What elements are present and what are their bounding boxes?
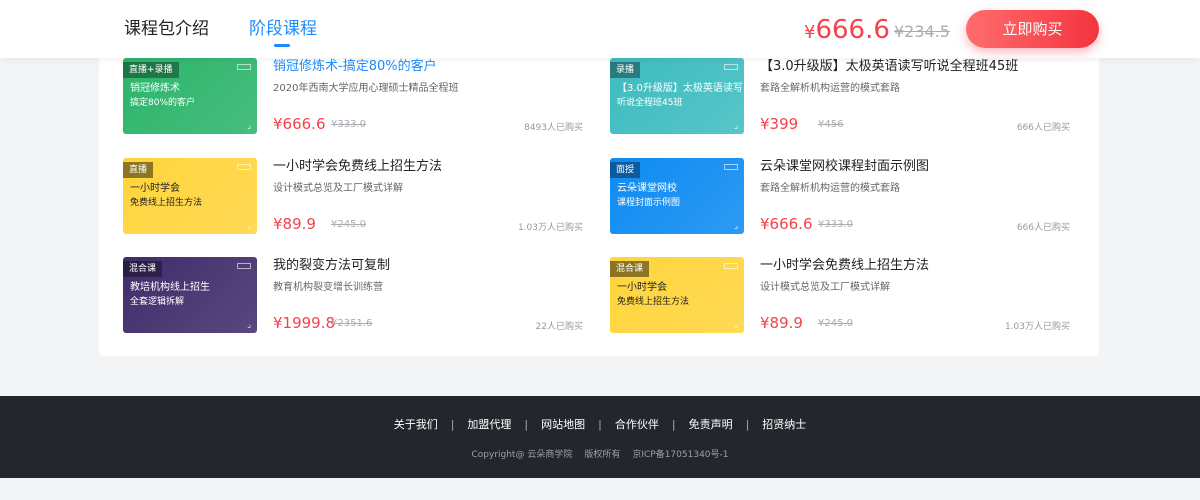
course-type-badge: 直播+录播	[123, 62, 179, 78]
footer-link-about[interactable]: 关于我们	[394, 418, 438, 431]
copyright-text: Copyright@ 云朵商学院	[471, 450, 573, 460]
cover-tag-icon	[724, 263, 738, 269]
course-type-badge: 面授	[610, 162, 641, 178]
course-card[interactable]: 面授 云朵课堂网校 课程封面示例图 ⌟ 云朵课堂网校课程封面示例图 套路全解析机构运营的模…	[610, 158, 1070, 238]
course-original-price: ¥245.0	[331, 219, 366, 230]
cover-tag-icon	[237, 164, 251, 170]
course-type-badge: 直播	[123, 162, 154, 178]
corner-mark-icon: ⌟	[247, 121, 251, 130]
corner-mark-icon: ⌟	[734, 320, 738, 329]
footer-separator: |	[745, 418, 750, 431]
course-buyer-count: 1.03万人已购买	[1004, 322, 1070, 332]
course-original-price: ¥333.0	[331, 119, 366, 130]
course-subtitle: 教育机构裂变增长训练营	[273, 282, 383, 293]
course-cover-image[interactable]: 直播+录播销冠修炼术搞定80%的客户 ⌟	[123, 58, 257, 134]
course-buyer-count: 666人已购买	[1016, 223, 1070, 233]
footer: 关于我们 | 加盟代理 | 网站地图 | 合作伙伴 | 免责声明 | 招贤纳士 Copyright@…	[0, 396, 1200, 478]
cover-title-line1: 云朵课堂网校	[617, 183, 677, 194]
footer-link-partners[interactable]: 合作伙伴	[615, 418, 659, 431]
course-price: ¥89.9	[760, 314, 803, 332]
course-price: ¥89.9	[273, 215, 316, 233]
footer-link-careers[interactable]: 招贤纳士	[762, 418, 806, 431]
course-cover-image[interactable]: 录播【3.0升级版】太极英语读写 听说全程班45班 ⌟	[610, 58, 744, 134]
footer-link-disclaimer[interactable]: 免责声明	[689, 418, 733, 431]
course-original-price: ¥456	[818, 119, 844, 130]
footer-separator: |	[598, 418, 602, 431]
corner-mark-icon: ⌟	[247, 221, 251, 230]
footer-link-franchise[interactable]: 加盟代理	[467, 418, 511, 431]
cover-tag-icon	[724, 164, 738, 170]
course-type-badge: 混合课	[123, 261, 163, 277]
course-title[interactable]: 云朵课堂网校课程封面示例图	[760, 158, 929, 176]
package-original-price: ¥234.5	[894, 22, 950, 41]
currency-symbol: ¥	[804, 22, 816, 43]
course-buyer-count: 666人已购买	[1016, 123, 1070, 133]
cover-title-line1: 教培机构线上招生	[130, 282, 210, 293]
course-price: ¥399	[760, 115, 799, 133]
corner-mark-icon: ⌟	[734, 121, 738, 130]
cover-title-line2: 全套逻辑拆解	[130, 297, 185, 307]
course-price: ¥1999.8	[273, 314, 336, 332]
tab-stage-courses[interactable]: 阶段课程	[249, 18, 317, 40]
footer-separator: |	[671, 418, 676, 431]
corner-mark-icon: ⌟	[247, 320, 251, 329]
course-card[interactable]: 直播+录播销冠修炼术搞定80%的客户 ⌟ 销冠修炼术-搞定80%的客户 2020年西南…	[123, 58, 583, 138]
cover-title-line1: 【3.0升级版】太极英语读写	[617, 83, 743, 94]
course-cover-image[interactable]: 混合课一小时学会免费线上招生方法 ⌟	[610, 257, 744, 333]
footer-links: 关于我们 | 加盟代理 | 网站地图 | 合作伙伴 | 免责声明 | 招贤纳士	[0, 416, 1200, 432]
footer-separator: |	[524, 418, 529, 431]
course-buyer-count: 22人已购买	[535, 322, 583, 332]
course-original-price: ¥333.0	[818, 219, 853, 230]
course-card[interactable]: 混合课 一小时学会 免费线上招生方法 ⌟ 一小时学会免费线上招生方法 设计模式总览及工厂模…	[610, 257, 1070, 337]
cover-tag-icon	[724, 64, 738, 70]
course-card[interactable]: 直播 一小时学会 免费线上招生方法 ⌟ 一小时学会免费线上招生方法 设计模式总览及工厂模式…	[123, 158, 583, 238]
course-cover-image[interactable]: 混合课教培机构线上招生 全套逻辑拆解 ⌟	[123, 257, 257, 333]
tab-course-intro[interactable]: 课程包介绍	[124, 18, 209, 40]
course-buyer-count: 8493人已购买	[524, 123, 583, 133]
cover-title-line2: 免费线上招生方法	[130, 198, 203, 208]
cover-title-line1: 销冠修炼术	[130, 83, 180, 94]
icp-text: 京ICP备17051340号-1	[632, 450, 729, 460]
cover-title-line1: 一小时学会	[617, 282, 667, 293]
course-cover-image[interactable]: 面授云朵课堂网校 课程封面示例图 ⌟	[610, 158, 744, 234]
footer-copyright: Copyright@ 云朵商学院 版权所有 京ICP备17051340号-1	[0, 447, 1200, 460]
course-subtitle: 套路全解析机构运营的模式套路	[760, 183, 900, 194]
corner-mark-icon: ⌟	[734, 221, 738, 230]
course-cover-image[interactable]: 直播一小时学会免费线上招生方法 ⌟	[123, 158, 257, 234]
cover-tag-icon	[237, 64, 251, 70]
course-type-badge: 录播	[610, 62, 641, 78]
cover-title-line1: 一小时学会	[130, 183, 180, 194]
course-buyer-count: 1.03万人已购买	[517, 223, 583, 233]
active-tab-indicator	[274, 44, 290, 47]
price-value: 666.6	[815, 15, 890, 45]
course-title[interactable]: 一小时学会免费线上招生方法	[760, 257, 929, 275]
course-title[interactable]: 【3.0升级版】太极英语读写听说全程班45班	[760, 58, 1018, 76]
course-original-price: ¥2351.6	[331, 318, 373, 329]
course-card[interactable]: 录播 【3.0升级版】太极英语读写 听说全程班45班 ⌟ 【3.0升级版】太极英语读写听…	[610, 58, 1070, 138]
course-subtitle: 设计模式总览及工厂模式详解	[273, 183, 403, 194]
course-original-price: ¥245.0	[818, 318, 853, 329]
course-subtitle: 设计模式总览及工厂模式详解	[760, 282, 890, 293]
package-price: ¥666.6	[804, 14, 890, 49]
cover-title-line2: 搞定80%的客户	[130, 98, 196, 108]
top-bar: 课程包介绍 阶段课程 ¥666.6 ¥234.5 立即购买	[0, 0, 1200, 58]
course-title[interactable]: 我的裂变方法可复制	[273, 257, 390, 275]
course-title[interactable]: 一小时学会免费线上招生方法	[273, 158, 442, 176]
course-card[interactable]: 混合课教培机构线上招生 全套逻辑拆解 ⌟ 我的裂变方法可复制教育机构裂变增长训练营 ¥1…	[123, 257, 583, 337]
footer-separator: |	[450, 418, 455, 431]
cover-title-line2: 听说全程班45班	[617, 98, 683, 108]
buy-now-button[interactable]: 立即购买	[966, 10, 1099, 48]
cover-title-line2: 免费线上招生方法	[617, 297, 690, 307]
course-title[interactable]: 销冠修炼术-搞定80%的客户	[273, 58, 437, 76]
course-price: ¥666.6	[273, 115, 326, 133]
course-subtitle: 套路全解析机构运营的模式套路	[760, 83, 900, 94]
course-list-panel: 直播+录播销冠修炼术搞定80%的客户 ⌟ 销冠修炼术-搞定80%的客户 2020年西南…	[99, 40, 1099, 356]
course-type-badge: 混合课	[610, 261, 650, 277]
rights-text: 版权所有	[584, 450, 621, 460]
course-subtitle: 2020年西南大学应用心理硕士精品全程班	[273, 83, 459, 94]
cover-tag-icon	[237, 263, 251, 269]
footer-link-sitemap[interactable]: 网站地图	[541, 418, 585, 431]
cover-title-line2: 课程封面示例图	[617, 198, 681, 208]
course-price: ¥666.6	[760, 215, 813, 233]
